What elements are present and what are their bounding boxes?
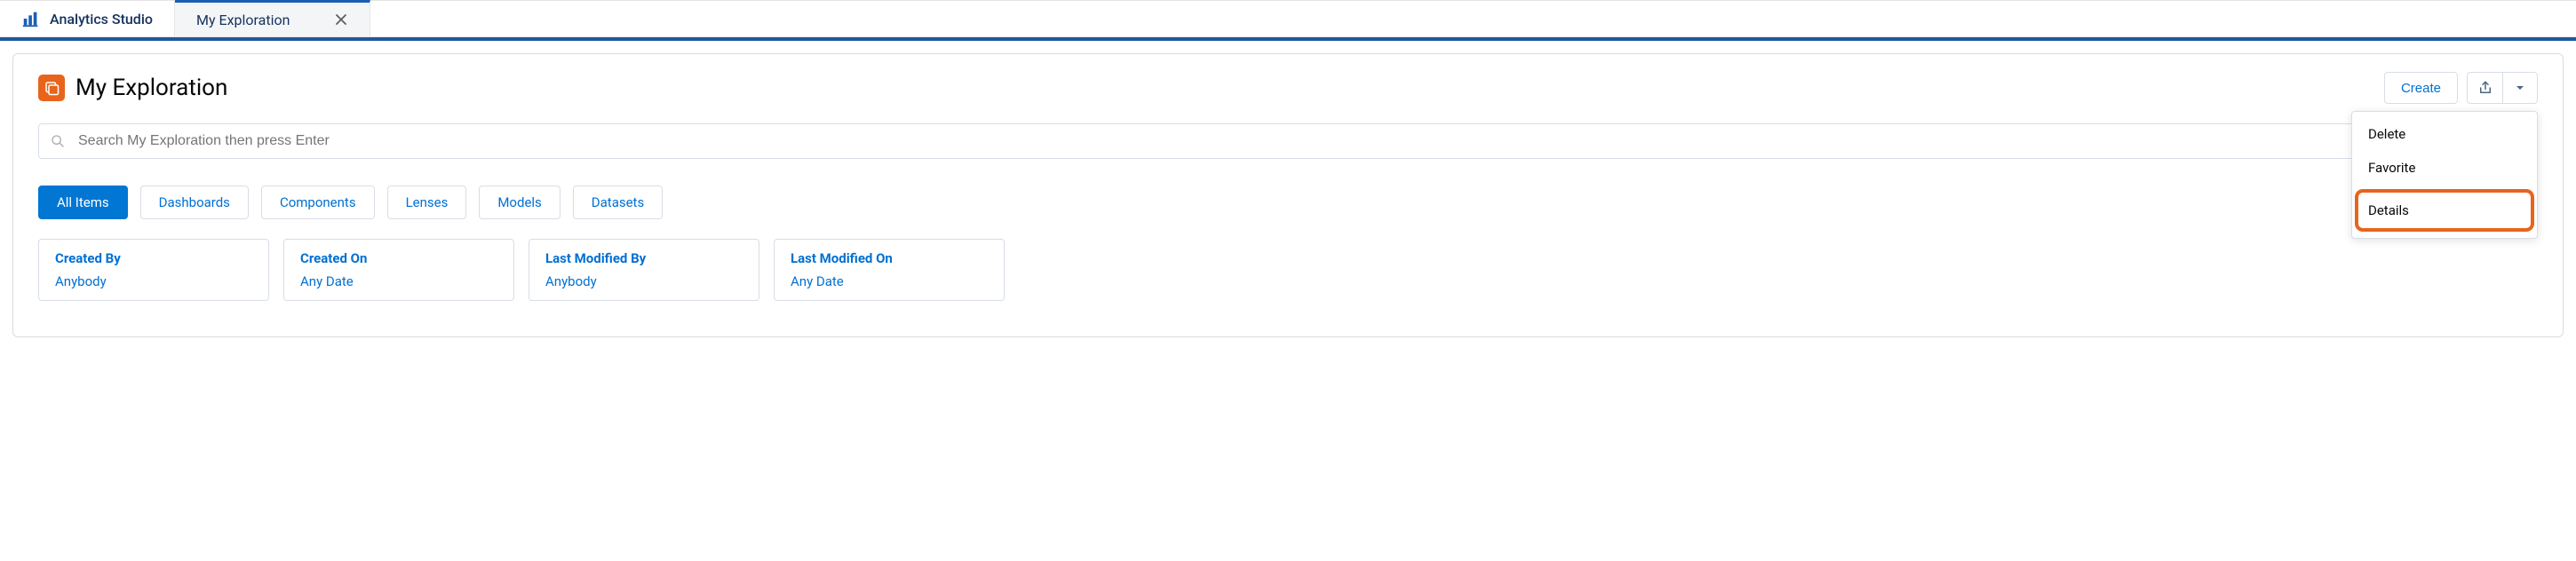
pill-datasets[interactable]: Datasets	[573, 186, 663, 219]
filter-value: Anybody	[55, 273, 252, 289]
app-badge-icon	[38, 75, 65, 101]
filter-created-on[interactable]: Created On Any Date	[283, 239, 514, 301]
pill-dashboards[interactable]: Dashboards	[140, 186, 249, 219]
filter-value: Anybody	[545, 273, 743, 289]
filter-title: Created On	[300, 250, 497, 266]
search-input[interactable]	[38, 123, 2538, 159]
tab-bar: Analytics Studio My Exploration	[0, 0, 2576, 37]
share-menu-group	[2467, 72, 2538, 104]
tab-label: Analytics Studio	[50, 11, 153, 28]
filter-title: Last Modified On	[791, 250, 988, 266]
pill-all-items[interactable]: All Items	[38, 186, 128, 219]
pill-components[interactable]: Components	[261, 186, 375, 219]
tab-analytics-studio[interactable]: Analytics Studio	[0, 1, 175, 36]
filter-title: Created By	[55, 250, 252, 266]
menu-item-details[interactable]: Details	[2356, 190, 2533, 231]
tab-my-exploration[interactable]: My Exploration	[175, 0, 370, 36]
analytics-icon	[21, 9, 41, 28]
more-menu-dropdown: Delete Favorite Details	[2351, 111, 2538, 239]
filter-last-modified-by[interactable]: Last Modified By Anybody	[529, 239, 759, 301]
filter-value: Any Date	[791, 273, 988, 289]
share-button[interactable]	[2467, 72, 2502, 104]
pill-models[interactable]: Models	[479, 186, 560, 219]
page-title: My Exploration	[76, 75, 227, 101]
create-button[interactable]: Create	[2384, 72, 2458, 104]
menu-item-favorite[interactable]: Favorite	[2352, 151, 2537, 185]
filter-value: Any Date	[300, 273, 497, 289]
share-icon	[2477, 80, 2493, 96]
search-icon	[51, 134, 65, 148]
filter-created-by[interactable]: Created By Anybody	[38, 239, 269, 301]
menu-item-delete[interactable]: Delete	[2352, 117, 2537, 151]
tab-label: My Exploration	[196, 12, 290, 28]
close-tab-icon[interactable]	[334, 12, 348, 27]
main-card: My Exploration Create	[12, 53, 2564, 337]
chevron-down-icon	[2515, 83, 2525, 93]
filter-last-modified-on[interactable]: Last Modified On Any Date	[774, 239, 1005, 301]
filter-title: Last Modified By	[545, 250, 743, 266]
pill-lenses[interactable]: Lenses	[387, 186, 467, 219]
more-menu-button[interactable]	[2502, 72, 2538, 104]
